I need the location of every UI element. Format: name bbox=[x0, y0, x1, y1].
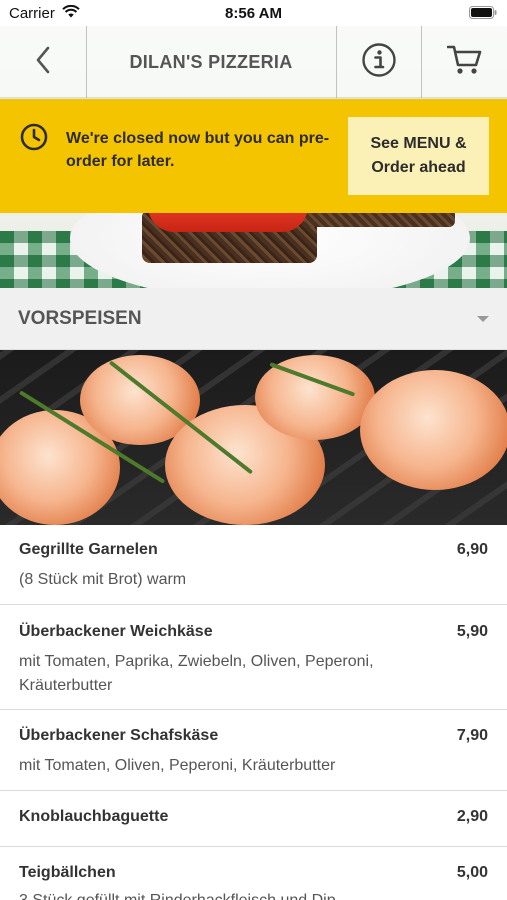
navigation-bar: DILAN'S PIZZERIA bbox=[0, 26, 507, 98]
menu-item[interactable]: Teigbällchen 5,00 3 Stück gefüllt mit Ri… bbox=[0, 847, 507, 900]
menu-item-price: 7,90 bbox=[456, 727, 488, 744]
see-menu-order-ahead-label: See MENU & Order ahead bbox=[370, 135, 467, 176]
cart-button[interactable] bbox=[422, 26, 507, 98]
menu-item-name: Überbackener Schafskäse bbox=[19, 727, 219, 744]
menu-item-price: 6,90 bbox=[456, 541, 488, 558]
menu-item-description: mit Tomaten, Paprika, Zwiebeln, Oliven, … bbox=[19, 653, 374, 694]
clock-icon bbox=[20, 123, 48, 156]
menu-item[interactable]: Überbackener Weichkäse 5,90 mit Tomaten,… bbox=[0, 605, 507, 710]
shrimp-graphic bbox=[255, 355, 375, 440]
closed-notice-message: We're closed now but you can pre-order f… bbox=[66, 130, 330, 170]
menu-item-price: 2,90 bbox=[456, 808, 488, 825]
battery-icon bbox=[469, 6, 497, 24]
info-button[interactable] bbox=[337, 26, 421, 98]
info-icon bbox=[361, 42, 397, 83]
menu-item[interactable]: Gegrillte Garnelen 6,90 (8 Stück mit Bro… bbox=[0, 525, 507, 605]
closed-notice-banner: We're closed now but you can pre-order f… bbox=[0, 99, 507, 213]
menu-item-name: Knoblauchbaguette bbox=[19, 808, 169, 825]
menu-item-description: (8 Stück mit Brot) warm bbox=[19, 571, 187, 588]
menu-item[interactable]: Überbackener Schafskäse 7,90 mit Tomaten… bbox=[0, 710, 507, 791]
see-menu-order-ahead-button[interactable]: See MENU & Order ahead bbox=[348, 117, 489, 195]
shopping-cart-icon bbox=[446, 44, 483, 81]
chevron-down-icon bbox=[477, 316, 489, 322]
menu-item-price: 5,90 bbox=[456, 623, 488, 640]
restaurant-title: DILAN'S PIZZERIA bbox=[129, 51, 293, 72]
chevron-left-icon bbox=[35, 46, 51, 79]
category-image bbox=[0, 350, 507, 525]
category-label: VORSPEISEN bbox=[18, 308, 142, 329]
menu-item[interactable]: Knoblauchbaguette 2,90 bbox=[0, 791, 507, 847]
menu-item-name: Gegrillte Garnelen bbox=[19, 541, 158, 558]
menu-item-description: mit Tomaten, Oliven, Peperoni, Kräuterbu… bbox=[19, 757, 336, 774]
menu-item-name: Überbackener Weichkäse bbox=[19, 623, 213, 640]
menu-item-description: 3 Stück gefüllt mit Rinderhackfleisch un… bbox=[19, 889, 429, 900]
category-header-vorspeisen[interactable]: VORSPEISEN bbox=[0, 288, 507, 350]
clock-time: 8:56 AM bbox=[225, 5, 282, 22]
shrimp-graphic bbox=[360, 370, 507, 490]
menu-item-price: 5,00 bbox=[456, 864, 488, 881]
status-bar: Carrier 8:56 AM bbox=[0, 0, 507, 26]
back-button[interactable] bbox=[0, 26, 86, 98]
menu-item-name: Teigbällchen bbox=[19, 864, 116, 881]
menu-item-list: Gegrillte Garnelen 6,90 (8 Stück mit Bro… bbox=[0, 525, 507, 900]
